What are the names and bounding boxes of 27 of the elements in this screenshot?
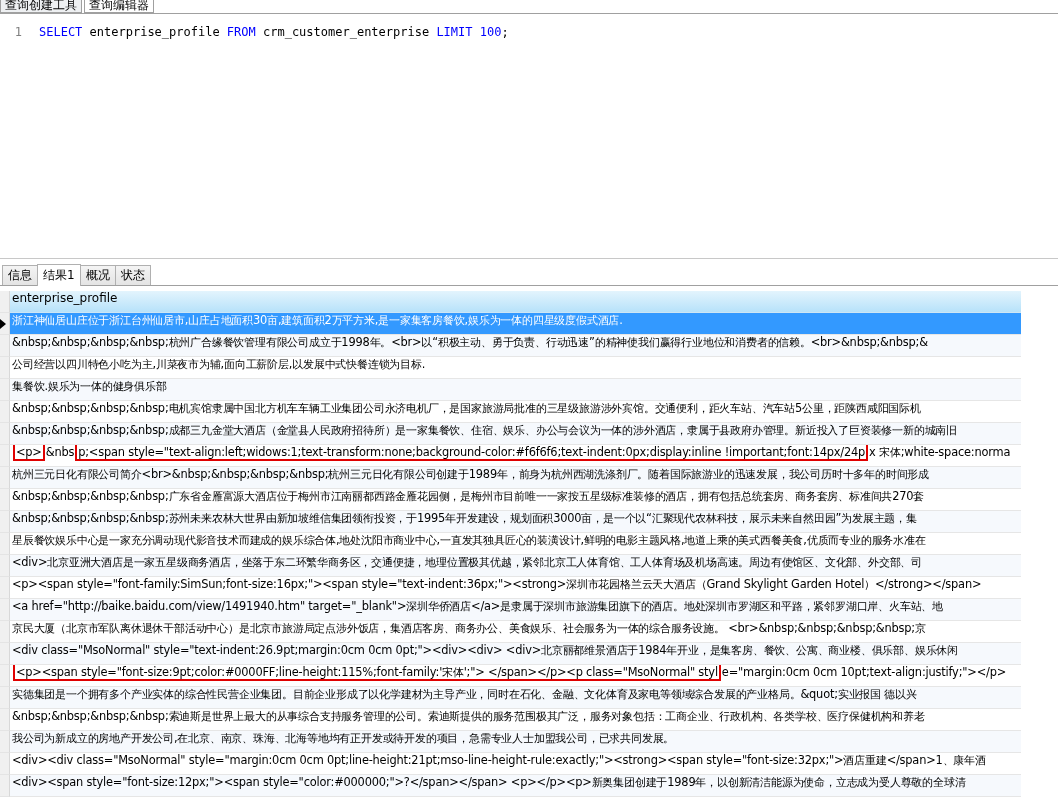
highlighted-text: p;<span style="text-align:left;widows:1;text-transform:none;background-color:#f6f6f6;text-indent:0px;display:inline !important;font:14px/24p <box>75 445 869 461</box>
table-cell[interactable]: <div>北京亚洲大酒店是一家五星级商务酒店，坐落于东二环繁华商务区，交通便捷，地理位置极其优越，紧邻北京工人体育馆、工人体育场及机场高速。周边有使馆区、文化部、外交部、司 <box>10 555 1021 577</box>
table-cell[interactable]: <div class="MsoNormal" style="text-indent:26.9pt;margin:0cm 0cm 0pt;"><div><div> <div>北京丽都维景酒店于1984年开业，是集客房、餐饮、公寓、商业楼、俱乐部、娱乐休闲 <box>10 643 1021 665</box>
cell-text: e="margin:0cm 0cm 10pt;text-align:justify;"></p> <box>721 665 1006 679</box>
row-header <box>0 291 10 313</box>
table-cell[interactable]: <div><span style="font-size:12px;"><span style="color:#000000;">?</span></span> <p></p><p>新奥集团创建于1989年，以创新清洁能源为使命，立志成为受人尊敬的全球清 <box>10 775 1021 797</box>
table-cell[interactable]: 集餐饮.娱乐为一体的健身俱乐部 <box>10 379 1021 401</box>
line-number: 1 <box>13 24 23 40</box>
table-cell[interactable]: &nbsp;&nbsp;&nbsp;&nbsp;成都三九金堂大酒店（金堂县人民政府招待所）是一家集餐饮、住宿、娱乐、办公与会议为一体的涉外酒店，隶属于县政府办管理。新近投入了巨资装修一新的城南旧 <box>10 423 1021 445</box>
tab[interactable]: 概况 <box>79 265 116 285</box>
cell-text: &nbs <box>45 445 75 459</box>
tab[interactable]: 状态 <box>114 265 151 285</box>
highlighted-text: <p><span style="font-size:9pt;color:#0000FF;line-height:115%;font-family:'宋体';"> </span></p><p class="MsoNormal" styl <box>13 665 721 681</box>
highlighted-text: <p> <box>13 445 45 461</box>
table-cell[interactable]: &nbsp;&nbsp;&nbsp;&nbsp;苏州未来农林大世界由新加坡维信集团领衔投资，于1995年开发建设，规划面积3000亩，是一个以“汇聚现代农林科技，展示未来自然田园”为发展主题，集 <box>10 511 1021 533</box>
code-line: SELECT enterprise_profile FROM crm_customer_enterprise LIMIT 100; <box>39 24 509 40</box>
tab[interactable]: 查询创建工具 <box>0 0 82 13</box>
table-cell[interactable]: &nbsp;&nbsp;&nbsp;&nbsp;杭州广合缘餐饮管理有限公司成立于1998年。<br>以“积极主动、勇于负责、行动迅速”的精神使我们赢得行业地位和消费者的信赖。<br>&nbsp;&nbsp;& <box>10 335 1021 357</box>
table-cell[interactable]: <a href="http://baike.baidu.com/view/1491940.htm" target="_blank">深圳华侨酒店</a>是隶属于深圳市旅游集团旗下的酒店。地处深圳市罗湖区和平路，紧邻罗湖口岸、火车站、地 <box>10 599 1021 621</box>
tab[interactable]: 信息 <box>2 265 38 285</box>
cell-text: x 宋体;white-space:norma <box>869 445 1011 459</box>
column-header[interactable]: enterprise_profile <box>10 291 1021 313</box>
table-cell[interactable]: 杭州三元日化有限公司简介<br>&nbsp;&nbsp;&nbsp;&nbsp;杭州三元日化有限公司创建于1989年，前身为杭州西湖洗涤剂厂。随着国际旅游业的迅速发展，我公司历时十多年的时间形成 <box>10 467 1021 489</box>
table-cell[interactable]: 实德集团是一个拥有多个产业实体的综合性民营企业集团。目前企业形成了以化学建材为主导产业，同时在石化、金融、文化体育及家电等领域综合发展的产业格局。&quot;实业报国 德以兴 <box>10 687 1021 709</box>
tab[interactable]: 结果1 <box>37 264 81 286</box>
row-pointer-icon <box>0 318 6 329</box>
table-cell[interactable]: 我公司为新成立的房地产开发公司,在北京、南京、珠海、北海等地均有正开发或待开发的项目，急需专业人士加盟我公司，已求共同发展。 <box>10 731 1021 753</box>
